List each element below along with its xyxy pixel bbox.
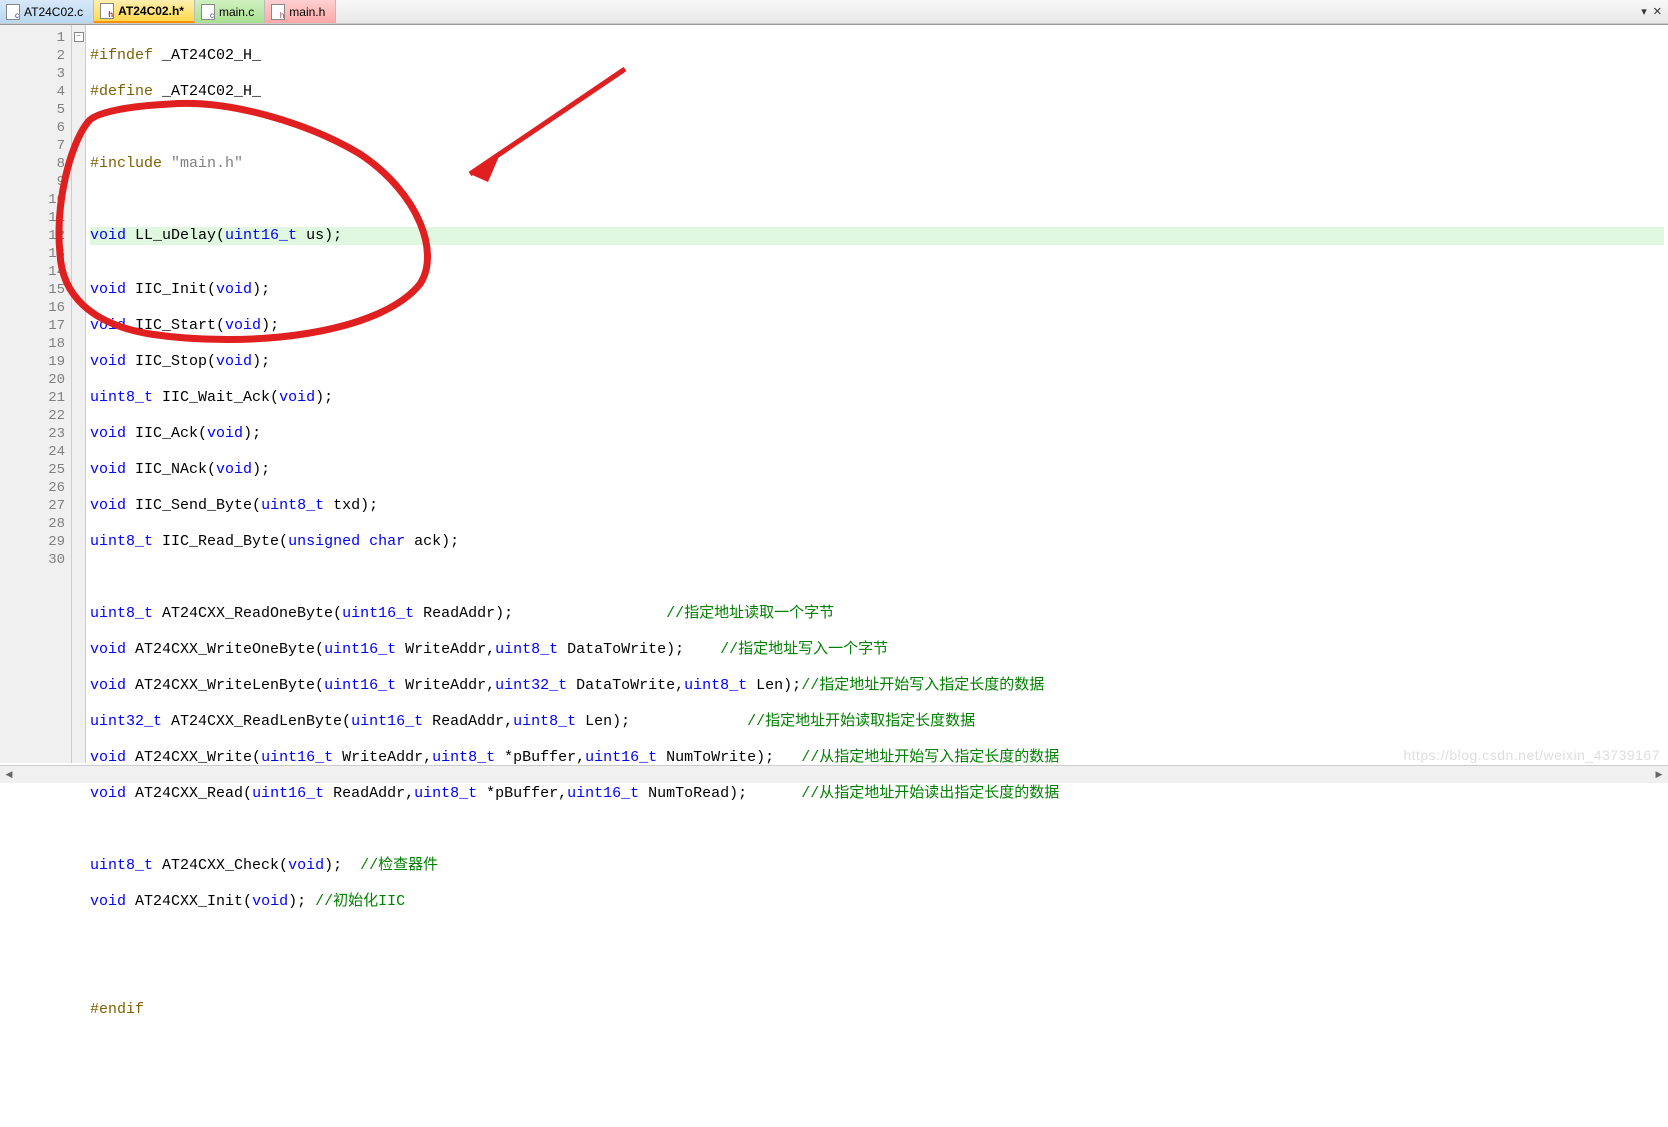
line-number: 7: [0, 137, 65, 155]
line-number: 23: [0, 425, 65, 443]
line-number: 30: [0, 551, 65, 569]
line-number: 18: [0, 335, 65, 353]
line-number: 29: [0, 533, 65, 551]
fold-column: −: [72, 25, 86, 763]
preprocessor: #endif: [90, 1001, 144, 1018]
window-close-icon[interactable]: ✕: [1653, 5, 1662, 18]
line-number: 19: [0, 353, 65, 371]
line-number: 17: [0, 317, 65, 335]
comment: //检查器件: [360, 857, 438, 874]
preprocessor: #include: [90, 155, 171, 172]
scroll-right-icon[interactable]: ▶: [1650, 766, 1668, 784]
line-number: 2: [0, 47, 65, 65]
tab-bar: AT24C02.c AT24C02.h* main.c main.h ▾ ✕: [0, 0, 1668, 24]
preprocessor: #ifndef: [90, 47, 153, 64]
tab-label: main.h: [289, 5, 325, 19]
line-number-gutter: 1 2 3 4 5 6 7 8 9 10 11 12 13 14 15 16 1…: [0, 25, 72, 763]
comment: //指定地址写入一个字节: [720, 641, 888, 658]
tab-label: AT24C02.c: [24, 5, 83, 19]
line-number: 28: [0, 515, 65, 533]
line-number: 5: [0, 101, 65, 119]
line-number: 15: [0, 281, 65, 299]
line-number: 27: [0, 497, 65, 515]
line-number: 3: [0, 65, 65, 83]
line-number: 24: [0, 443, 65, 461]
line-number: 26: [0, 479, 65, 497]
window-controls: ▾ ✕: [1641, 0, 1668, 23]
comment: //指定地址开始读取指定长度数据: [747, 713, 975, 730]
tab-label: AT24C02.h*: [118, 4, 184, 18]
window-dropdown-icon[interactable]: ▾: [1641, 5, 1647, 18]
comment: //从指定地址开始写入指定长度的数据: [801, 749, 1059, 766]
line-number: 11: [0, 209, 65, 227]
line-number: 9: [0, 173, 65, 191]
comment: //初始化IIC: [315, 893, 405, 910]
line-number: 1: [0, 29, 65, 47]
line-number: 20: [0, 371, 65, 389]
tab-main-h[interactable]: main.h: [265, 0, 336, 23]
tab-at24c02-c[interactable]: AT24C02.c: [0, 0, 94, 23]
code-area[interactable]: #ifndef _AT24C02_H_ #define _AT24C02_H_ …: [86, 25, 1668, 763]
line-number: 12: [0, 227, 65, 245]
comment: //指定地址开始写入指定长度的数据: [801, 677, 1044, 694]
line-number: 21: [0, 389, 65, 407]
scroll-track[interactable]: [18, 766, 1650, 783]
line-number: 10: [0, 191, 65, 209]
tab-label: main.c: [219, 5, 254, 19]
tab-at24c02-h-active[interactable]: AT24C02.h*: [94, 0, 195, 23]
file-c-icon: [201, 4, 215, 20]
comment: //从指定地址开始读出指定长度的数据: [801, 785, 1059, 802]
line-number: 16: [0, 299, 65, 317]
file-h-icon: [271, 4, 285, 20]
line-number: 8: [0, 155, 65, 173]
fold-toggle-icon[interactable]: −: [74, 32, 84, 42]
current-line: void LL_uDelay(uint16_t us);: [90, 227, 1664, 245]
preprocessor: #define: [90, 83, 153, 100]
file-h-icon: [100, 3, 114, 19]
line-number: 25: [0, 461, 65, 479]
line-number: 13: [0, 245, 65, 263]
horizontal-scrollbar[interactable]: ◀ ▶: [0, 765, 1668, 783]
scroll-left-icon[interactable]: ◀: [0, 766, 18, 784]
file-c-icon: [6, 4, 20, 20]
comment: //指定地址读取一个字节: [666, 605, 834, 622]
tab-main-c[interactable]: main.c: [195, 0, 265, 23]
editor: 1 2 3 4 5 6 7 8 9 10 11 12 13 14 15 16 1…: [0, 24, 1668, 763]
line-number: 4: [0, 83, 65, 101]
line-number: 14: [0, 263, 65, 281]
line-number: 22: [0, 407, 65, 425]
line-number: 6: [0, 119, 65, 137]
